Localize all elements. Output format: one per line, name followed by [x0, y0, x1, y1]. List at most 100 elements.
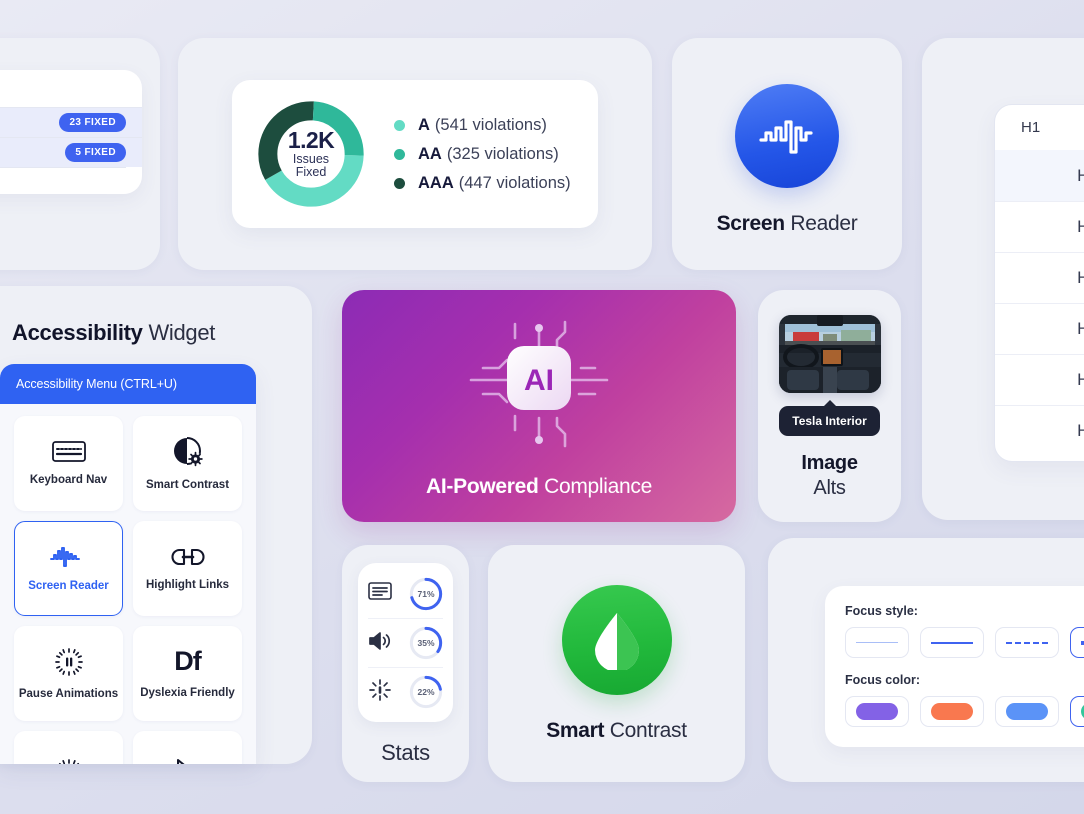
sidebar-item-smart-contrast[interactable]: Smart Contrast — [133, 416, 242, 511]
legend-item: AA (325 violations) — [394, 145, 571, 164]
screen-reader-caption-rest: Reader — [790, 212, 858, 235]
page-title: Accessibility Widget — [12, 320, 215, 346]
remediation-card: ew Needed: alts 23 FIXED abels 5 FIXED v… — [0, 38, 160, 270]
violations-legend: A (541 violations) AA (325 violations) A… — [394, 106, 571, 203]
ai-compliance-card[interactable]: AI AI-Powered Compliance — [342, 290, 736, 522]
tile-label: Keyboard Nav — [29, 474, 108, 486]
droplet-contrast-icon — [561, 585, 672, 695]
color-swatch — [856, 703, 898, 720]
issues-donut-chart: 1.2K Issues Fixed — [254, 97, 368, 211]
card-caption: Screen Reader — [717, 212, 858, 236]
table-row[interactable]: alts 23 FIXED — [0, 107, 142, 137]
sidebar-item-highlight-links[interactable]: Highlight Links — [133, 521, 242, 616]
focus-settings-panel: Focus style: Focus color: — [825, 586, 1084, 747]
accessibility-menu-panel: Accessibility Menu (CTRL+U) Keyboard Nav — [0, 364, 256, 764]
stats-card: 71% 35% 22% Stats — [342, 545, 469, 782]
sidebar-item-screen-reader[interactable]: Screen Reader — [14, 521, 123, 616]
focus-settings-card: Focus style: Focus color: — [768, 538, 1084, 782]
keyboard-icon — [51, 441, 86, 462]
donut-center-label: 1.2K Issues Fixed — [254, 97, 368, 211]
contrast-gear-icon — [173, 436, 203, 467]
stat-ring-captions: 71% — [409, 577, 443, 611]
tile-label: Highlight Links — [145, 578, 230, 591]
sidebar-item-pause-animations-alt[interactable] — [14, 731, 123, 764]
donut-sublabel-1: Issues — [292, 151, 330, 166]
stat-value: 22% — [417, 687, 435, 697]
card-caption: AI-Powered Compliance — [426, 475, 652, 499]
sidebar-item-pause-animations[interactable]: Pause Animations — [14, 626, 123, 721]
heading-option-h6[interactable]: H6 — [995, 405, 1084, 456]
focus-color-purple[interactable] — [845, 696, 909, 727]
legend-level-aaa: AAA — [418, 173, 454, 192]
tile-label: Pause Animations — [18, 687, 119, 700]
focus-style-thin-solid[interactable] — [845, 627, 909, 658]
stat-ring-brightness: 22% — [409, 675, 443, 709]
legend-text-aaa: (447 violations) — [458, 173, 571, 192]
donut-sublabel-2: Fixed — [295, 164, 327, 179]
brightness-icon — [368, 678, 392, 707]
pause-animation-icon — [55, 758, 83, 764]
focus-style-dashed[interactable] — [995, 627, 1059, 658]
sidebar-item-keyboard-nav[interactable]: Keyboard Nav — [14, 416, 123, 511]
heading-level-dropdown[interactable]: H1 H1 H2 H3 H4 H5 H6 — [994, 104, 1084, 462]
focus-color-teal[interactable] — [1070, 696, 1084, 727]
contrast-caption-bold: Smart — [546, 719, 605, 742]
status-badge: 5 FIXED — [65, 143, 126, 162]
stat-ring-volume: 35% — [409, 626, 443, 660]
heading-option-h1[interactable]: H1 — [995, 150, 1084, 201]
focus-style-preview — [931, 641, 973, 644]
ai-caption-rest: Compliance — [544, 474, 652, 498]
focus-style-label: Focus style: — [845, 604, 918, 618]
waveform-icon — [735, 84, 839, 188]
stat-value: 35% — [417, 638, 435, 648]
widget-title-bold: Accessibility — [12, 320, 143, 345]
focus-style-medium-solid[interactable] — [920, 627, 984, 658]
stat-row-volume: 35% — [368, 618, 443, 667]
accessibility-widget-card: Accessibility Widget Accessibility Menu … — [0, 286, 312, 764]
violations-panel: 1.2K Issues Fixed A (541 violations) AA … — [232, 80, 598, 228]
heading-option-h5[interactable]: H5 — [995, 354, 1084, 405]
color-swatch — [931, 703, 973, 720]
heading-option-h2[interactable]: H2 — [995, 201, 1084, 252]
table-row[interactable]: validation — [0, 167, 126, 197]
status-badge: 23 FIXED — [59, 113, 126, 132]
screen-reader-card[interactable]: Screen Reader — [672, 38, 902, 270]
sidebar-item-cursor[interactable] — [133, 731, 242, 764]
sidebar-item-dyslexia-friendly[interactable]: Df Dyslexia Friendly — [133, 626, 242, 721]
tile-label: Smart Contrast — [145, 478, 230, 491]
heading-select-trigger[interactable]: H1 — [995, 105, 1084, 150]
legend-dot-aaa — [394, 177, 405, 189]
heading-option-h3[interactable]: H3 — [995, 252, 1084, 303]
tesla-interior-photo — [778, 315, 881, 393]
table-row[interactable]: abels 5 FIXED — [0, 137, 142, 167]
speaker-icon — [368, 631, 392, 656]
image-alt-tooltip: Tesla Interior — [779, 406, 880, 436]
legend-text-a: (541 violations) — [434, 115, 547, 134]
focus-color-blue[interactable] — [995, 696, 1059, 727]
smart-contrast-card[interactable]: Smart Contrast — [488, 545, 745, 782]
focus-color-options — [845, 696, 1084, 727]
image-alts-caption-rest: Alts — [813, 477, 846, 499]
focus-style-preview — [856, 642, 898, 643]
accessibility-menu-header: Accessibility Menu (CTRL+U) — [0, 364, 256, 404]
heading-option-h4[interactable]: H4 — [995, 303, 1084, 354]
focus-style-options — [845, 627, 1084, 658]
pause-animation-icon — [54, 647, 83, 676]
link-icon — [170, 547, 205, 567]
violations-card: 1.2K Issues Fixed A (541 violations) AA … — [178, 38, 652, 270]
legend-text-aa: (325 violations) — [446, 144, 559, 163]
card-caption: Smart Contrast — [546, 719, 687, 743]
legend-level-aa: AA — [418, 144, 442, 163]
tile-label: Screen Reader — [28, 579, 109, 592]
focus-color-label: Focus color: — [845, 673, 921, 687]
focus-color-orange[interactable] — [920, 696, 984, 727]
ai-caption-bold: AI-Powered — [426, 474, 539, 498]
screen-reader-caption-bold: Screen — [716, 212, 786, 235]
stat-value: 71% — [417, 588, 435, 599]
focus-style-thick-solid[interactable] — [1070, 627, 1084, 658]
legend-item: A (541 violations) — [394, 116, 571, 135]
legend-dot-aa — [394, 148, 405, 160]
legend-level-a: A — [418, 115, 430, 134]
ai-chip-icon: AI — [453, 314, 625, 459]
image-alts-card[interactable]: Tesla Interior Image Alts — [758, 290, 901, 522]
